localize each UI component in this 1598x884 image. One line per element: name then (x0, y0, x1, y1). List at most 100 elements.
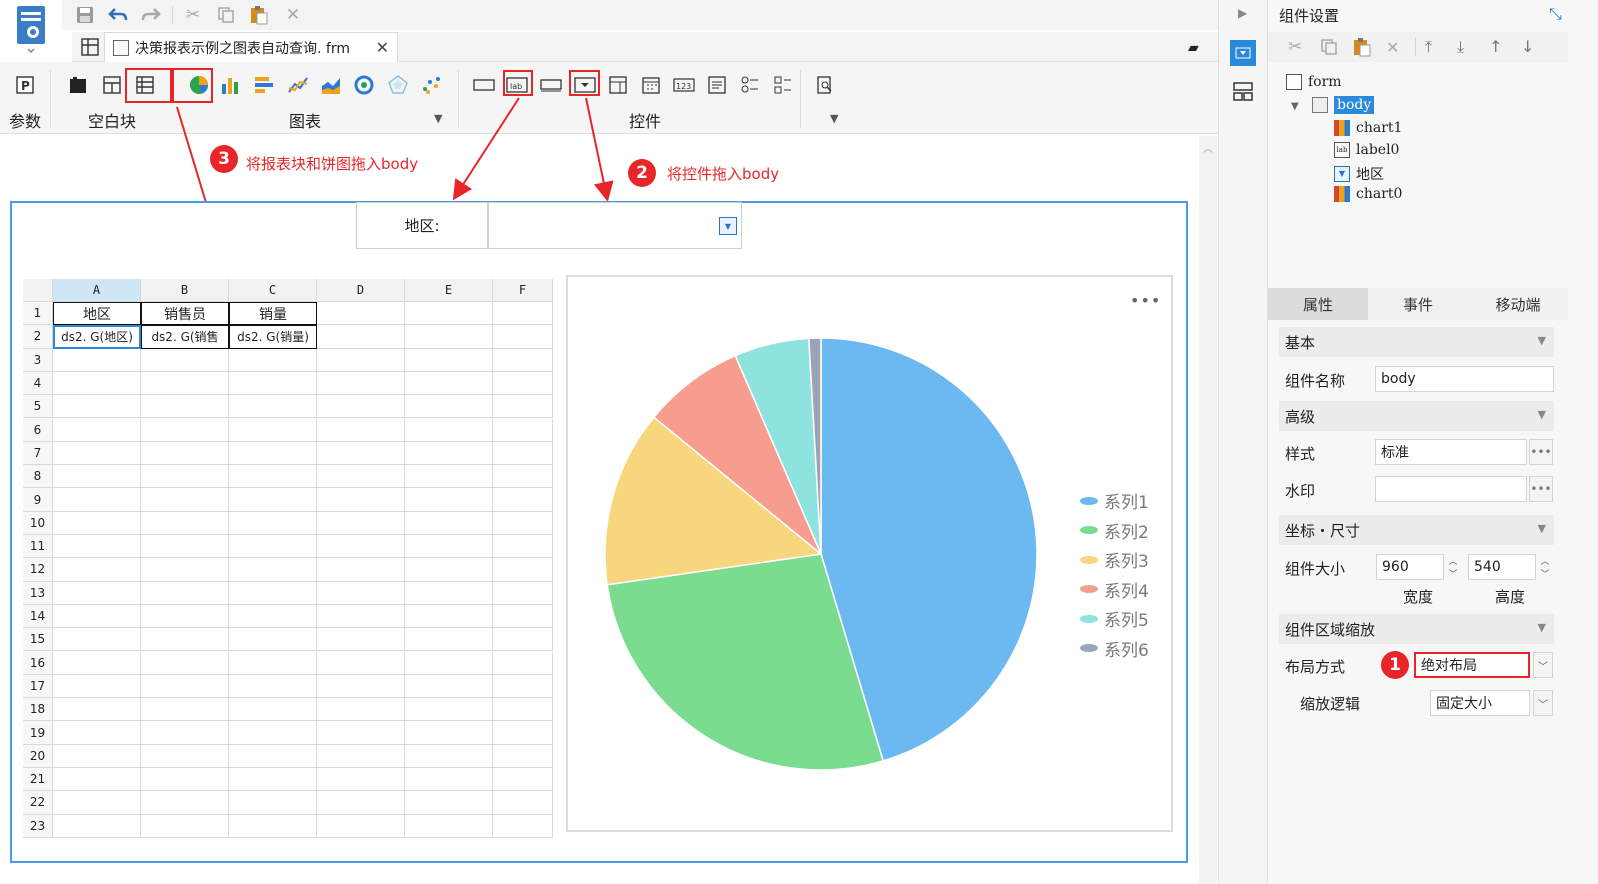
grid-cell[interactable] (229, 465, 317, 489)
grid-cell[interactable] (405, 604, 493, 629)
grid-cell[interactable] (53, 628, 141, 652)
grid-cell[interactable] (405, 814, 493, 838)
move-down-icon[interactable]: ↓ (1521, 37, 1534, 56)
grid-cell[interactable] (493, 698, 553, 722)
grid-cell[interactable] (53, 721, 141, 745)
row-header[interactable]: 15 (23, 628, 53, 652)
grid-cell[interactable]: 销售员 (141, 302, 229, 326)
grid-cell[interactable] (53, 348, 141, 372)
grid-cell[interactable] (405, 325, 493, 349)
grid-cell[interactable] (405, 441, 493, 466)
grid-cell[interactable] (317, 814, 405, 838)
grid-cell[interactable] (229, 395, 317, 419)
grid-cell[interactable] (493, 558, 553, 582)
row-header[interactable]: 6 (23, 418, 53, 442)
tab-events[interactable]: 事件 (1368, 288, 1468, 320)
row-header[interactable]: 10 (23, 511, 53, 535)
grid-cell[interactable] (141, 371, 229, 396)
grid-cell[interactable] (229, 814, 317, 838)
grid-cell[interactable] (493, 348, 553, 372)
grid-corner[interactable] (23, 279, 53, 302)
section-advanced[interactable]: 高级 ▼ (1279, 401, 1554, 431)
grid-cell[interactable] (317, 698, 405, 722)
row-header[interactable]: 16 (23, 651, 53, 675)
grid-cell[interactable] (53, 698, 141, 722)
grid-cell[interactable] (141, 721, 229, 745)
grid-cell[interactable] (229, 511, 317, 535)
grid-cell[interactable] (317, 721, 405, 745)
grid-cell[interactable] (53, 558, 141, 582)
panel-cut-icon[interactable]: ✂ (1288, 37, 1302, 57)
grid-cell[interactable] (493, 791, 553, 815)
grid-cell[interactable]: ds2. G(销量) (229, 325, 317, 349)
grid-cell[interactable] (229, 441, 317, 466)
column-header[interactable]: A (53, 279, 141, 302)
grid-cell[interactable] (141, 674, 229, 699)
grid-cell[interactable] (317, 371, 405, 396)
column-header[interactable]: B (141, 279, 229, 302)
grid-cell[interactable] (229, 348, 317, 372)
grid-cell[interactable] (317, 558, 405, 582)
grid-cell[interactable] (405, 395, 493, 419)
grid-cell[interactable] (493, 721, 553, 745)
row-header[interactable]: 3 (23, 348, 53, 372)
grid-cell[interactable] (229, 558, 317, 582)
row-header[interactable]: 4 (23, 371, 53, 396)
pin-icon[interactable]: ⤡ (1549, 4, 1562, 24)
grid-cell[interactable] (141, 418, 229, 442)
grid-cell[interactable] (141, 558, 229, 582)
row-header[interactable]: 21 (23, 768, 53, 792)
grid-cell[interactable] (493, 441, 553, 466)
row-header[interactable]: 9 (23, 488, 53, 512)
chart-menu-icon[interactable]: ••• (1130, 291, 1161, 310)
grid-cell[interactable]: 地区 (53, 302, 141, 326)
grid-cell[interactable] (53, 744, 141, 768)
grid-cell[interactable] (53, 768, 141, 792)
grid-cell[interactable] (229, 721, 317, 745)
grid-cell[interactable] (405, 558, 493, 582)
scroll-up-icon[interactable]: ︿ (1203, 140, 1213, 155)
grid-cell[interactable] (317, 744, 405, 768)
grid-cell[interactable] (141, 768, 229, 792)
grid-cell[interactable] (141, 395, 229, 419)
grid-cell[interactable] (317, 651, 405, 675)
grid-cell[interactable] (229, 604, 317, 629)
row-header[interactable]: 7 (23, 441, 53, 466)
region-combobox[interactable]: ▼ (488, 202, 742, 249)
row-header[interactable]: 22 (23, 791, 53, 815)
grid-cell[interactable] (317, 325, 405, 349)
grid-cell[interactable] (229, 674, 317, 699)
row-header[interactable]: 1 (23, 302, 53, 326)
grid-cell[interactable] (405, 418, 493, 442)
grid-cell[interactable] (405, 698, 493, 722)
grid-cell[interactable] (317, 418, 405, 442)
grid-cell[interactable] (493, 604, 553, 629)
grid-cell[interactable] (229, 535, 317, 559)
grid-cell[interactable] (317, 511, 405, 535)
grid-cell[interactable] (141, 698, 229, 722)
canvas-scrollbar[interactable] (1199, 136, 1217, 884)
grid-cell[interactable] (317, 465, 405, 489)
grid-cell[interactable] (53, 441, 141, 466)
watermark-more-button[interactable]: ••• (1529, 476, 1553, 502)
grid-cell[interactable]: ds2. G(销售 (141, 325, 229, 349)
row-header[interactable]: 18 (23, 698, 53, 722)
grid-cell[interactable] (317, 628, 405, 652)
layout-dropdown-icon[interactable]: ﹀ (1533, 652, 1553, 678)
grid-cell[interactable] (53, 395, 141, 419)
grid-cell[interactable] (493, 744, 553, 768)
grid-cell[interactable] (405, 674, 493, 699)
grid-cell[interactable] (317, 302, 405, 326)
grid-cell[interactable] (493, 302, 553, 326)
grid-cell[interactable] (53, 581, 141, 605)
grid-cell[interactable] (53, 488, 141, 512)
layout-icon[interactable] (1232, 80, 1254, 106)
tree-item-region[interactable]: ▼ 地区 (1334, 164, 1384, 184)
grid-cell[interactable] (53, 674, 141, 699)
tree-expand-icon[interactable]: ▼ (1291, 101, 1299, 112)
section-scale[interactable]: 组件区域缩放 ▼ (1279, 614, 1554, 644)
grid-cell[interactable] (141, 511, 229, 535)
grid-cell[interactable] (493, 581, 553, 605)
panel-copy-icon[interactable] (1320, 38, 1338, 60)
column-header[interactable]: E (405, 279, 493, 302)
